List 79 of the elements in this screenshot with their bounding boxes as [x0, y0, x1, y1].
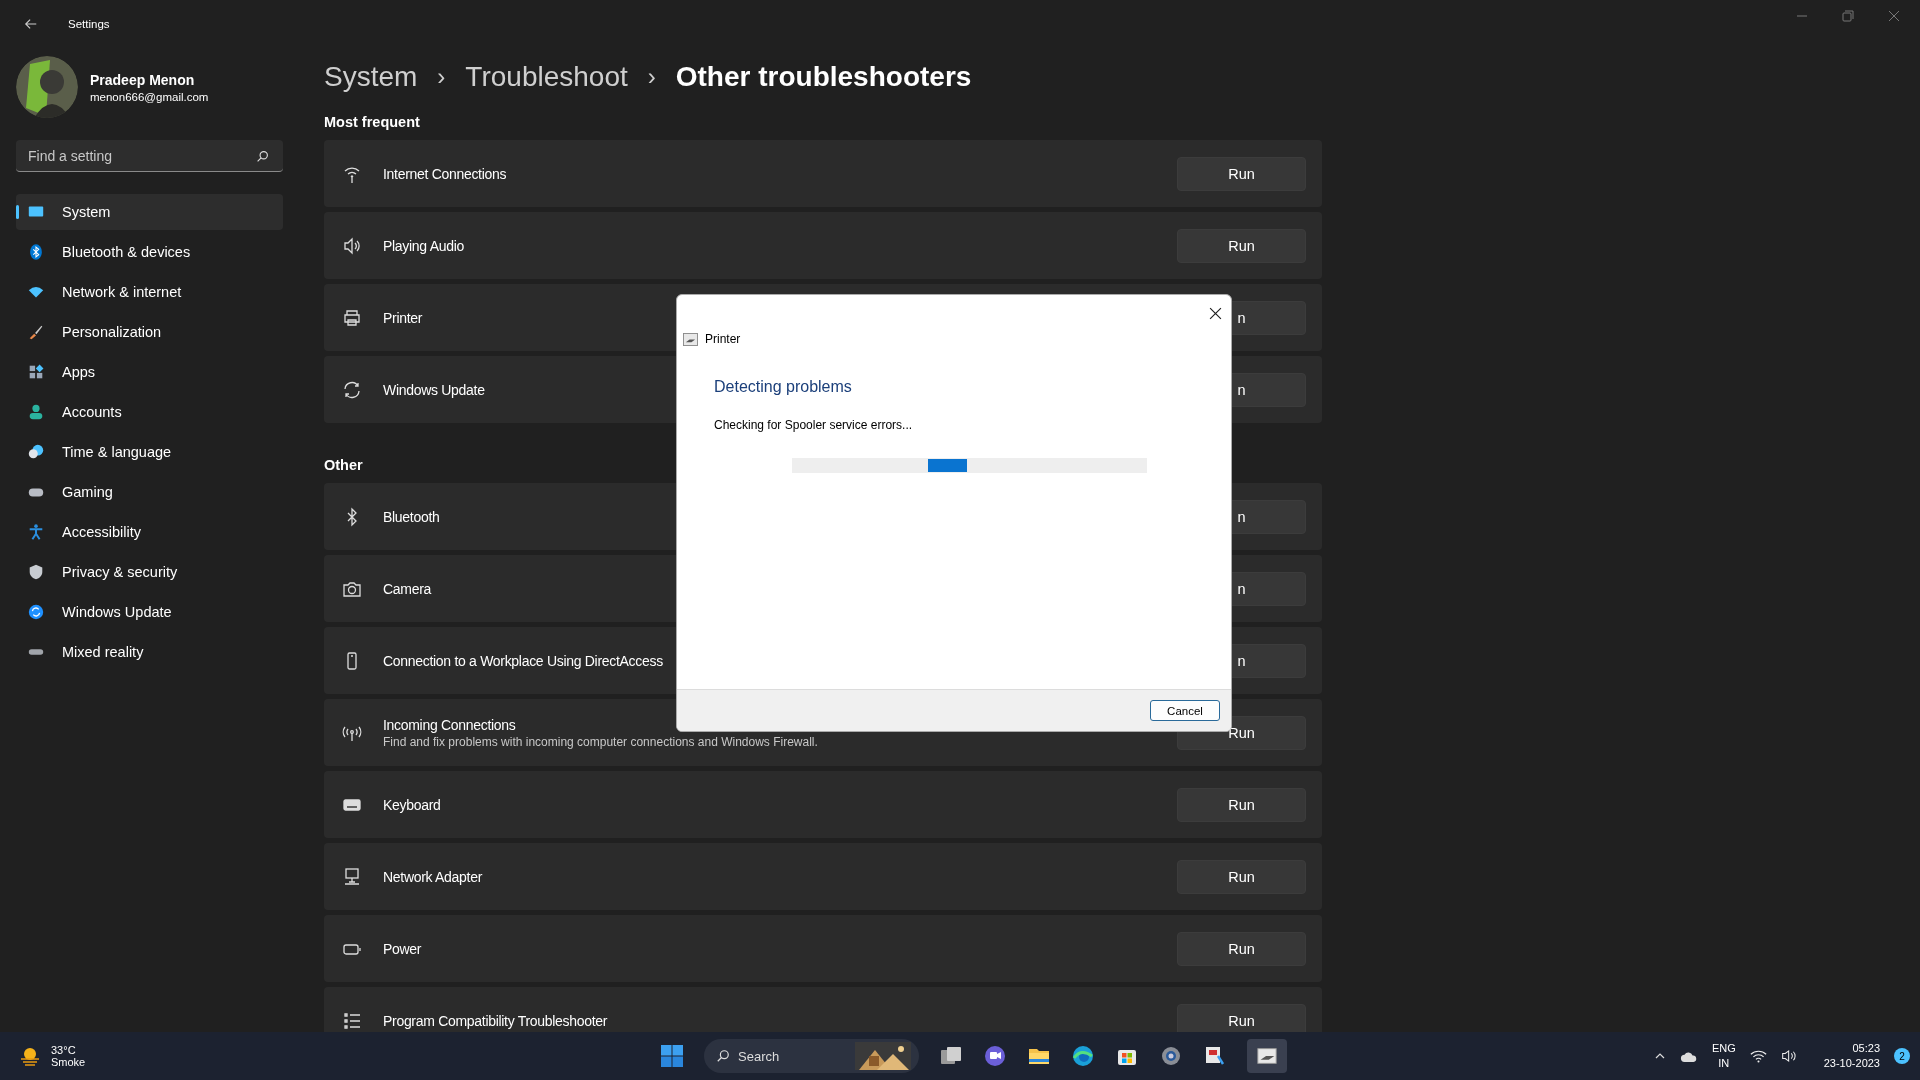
nav-icon [27, 363, 45, 381]
nav-item[interactable]: Accessibility [16, 514, 283, 550]
nav-item[interactable]: Gaming [16, 474, 283, 510]
nav-icon [27, 443, 45, 461]
nav-item[interactable]: System [16, 194, 283, 230]
troubleshooter-icon [342, 235, 362, 256]
run-button[interactable]: Run [1177, 228, 1306, 263]
troubleshooter-title: Bluetooth [383, 508, 440, 525]
user-email: menon666@gmail.com [90, 90, 209, 103]
temperature: 33°C [51, 1044, 77, 1056]
breadcrumb-link[interactable]: Troubleshoot [465, 61, 628, 93]
nav-icon [27, 243, 45, 261]
troubleshooter-title: Program Compatibility Troubleshooter [383, 1012, 608, 1029]
printer-icon [683, 332, 698, 346]
search-field[interactable]: Find a setting [16, 140, 283, 172]
run-button[interactable]: Run [1177, 1003, 1306, 1032]
troubleshooter-title: Connection to a Workplace Using DirectAccess [383, 652, 663, 669]
nav-icon [27, 403, 45, 421]
breadcrumb-separator: › [647, 63, 656, 91]
dialog-title: Printer [705, 332, 741, 346]
nav-icon [27, 563, 45, 581]
run-button[interactable]: Run [1177, 859, 1306, 894]
settings-icon[interactable] [1159, 1044, 1183, 1068]
wifi-icon[interactable] [1749, 1049, 1767, 1063]
troubleshooter-icon [342, 866, 362, 887]
clock[interactable]: 05:23 23-10-2023 [1823, 1041, 1880, 1071]
chat-icon[interactable] [983, 1044, 1007, 1068]
cancel-button[interactable]: Cancel [1150, 700, 1220, 721]
user-name: Pradeep Menon [90, 71, 196, 88]
page-title: Other troubleshooters [675, 61, 972, 93]
nav-item[interactable]: Personalization [16, 314, 283, 350]
troubleshooter-title: Playing Audio [383, 237, 464, 254]
section-heading: Most frequent [324, 114, 420, 130]
weather-condition: Smoke [51, 1056, 86, 1068]
notification-badge[interactable]: 2 [1894, 1048, 1910, 1064]
troubleshooter-title: Camera [383, 580, 431, 597]
maximize-icon[interactable] [1842, 10, 1854, 22]
nav-icon [27, 323, 45, 341]
volume-icon[interactable] [1780, 1049, 1798, 1063]
language-indicator[interactable]: ENG IN [1711, 1041, 1736, 1071]
section-heading: Other [324, 457, 363, 473]
troubleshooter-description: Find and fix problems with incoming computer connections and Windows Firewall. [383, 734, 818, 749]
troubleshooter-title: Incoming Connections [383, 716, 516, 733]
status-message: Checking for Spooler service errors... [714, 418, 914, 432]
breadcrumb-link[interactable]: System [324, 61, 418, 93]
run-button[interactable]: Run [1177, 787, 1306, 822]
troubleshooter-title: Printer [383, 309, 423, 326]
nav-item[interactable]: Windows Update [16, 594, 283, 630]
search-icon [256, 150, 269, 163]
nav-item[interactable]: Privacy & security [16, 554, 283, 590]
troubleshooter-title: Network Adapter [383, 868, 482, 885]
nav-item[interactable]: Network & internet [16, 274, 283, 310]
nav-item[interactable]: Time & language [16, 434, 283, 470]
dialog-heading: Detecting problems [714, 378, 853, 396]
nav-icon [27, 523, 45, 541]
back-arrow-icon[interactable] [24, 17, 38, 31]
breadcrumb-separator: › [437, 63, 446, 91]
troubleshooter-icon [342, 379, 362, 400]
close-icon[interactable] [1209, 307, 1222, 320]
window-title: Settings [68, 18, 110, 30]
troubleshooter-title: Internet Connections [383, 165, 507, 182]
taskbar-search[interactable]: Search [704, 1039, 919, 1073]
nav-item[interactable]: Bluetooth & devices [16, 234, 283, 270]
troubleshooter-title: Power [383, 940, 422, 957]
printer-app-icon[interactable] [1255, 1045, 1279, 1067]
nav-item[interactable]: Apps [16, 354, 283, 390]
start-icon[interactable] [660, 1044, 684, 1068]
troubleshooter-title: Keyboard [383, 796, 441, 813]
nav-item[interactable]: Mixed reality [16, 634, 283, 670]
nav-icon [27, 603, 45, 621]
nav-item[interactable]: Accounts [16, 394, 283, 430]
run-button[interactable]: Run [1177, 931, 1306, 966]
run-button[interactable]: Run [1177, 156, 1306, 191]
troubleshooter-title: Windows Update [383, 381, 485, 398]
avatar-icon [16, 56, 78, 118]
troubleshooter-icon [342, 1010, 362, 1031]
troubleshooter-icon [342, 307, 362, 328]
browser-icon[interactable] [1071, 1044, 1095, 1068]
search-icon [716, 1049, 730, 1063]
